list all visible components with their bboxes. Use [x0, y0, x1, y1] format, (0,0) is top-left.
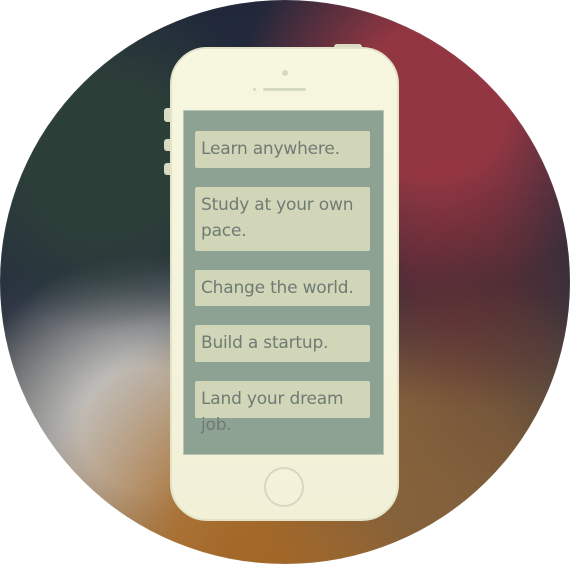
- message-card: Study at your own pace.: [195, 187, 370, 251]
- message-card: Change the world.: [195, 270, 370, 306]
- message-card: Land your dream job.: [195, 381, 370, 435]
- speaker-icon: [263, 88, 306, 91]
- message-card: Build a startup.: [195, 325, 370, 362]
- sensor-icon: [253, 88, 256, 91]
- home-button-icon: [264, 467, 304, 507]
- message-card: Learn anywhere.: [195, 131, 370, 168]
- hero-illustration: Learn anywhere. Study at your own pace. …: [0, 0, 570, 564]
- camera-icon: [282, 70, 288, 76]
